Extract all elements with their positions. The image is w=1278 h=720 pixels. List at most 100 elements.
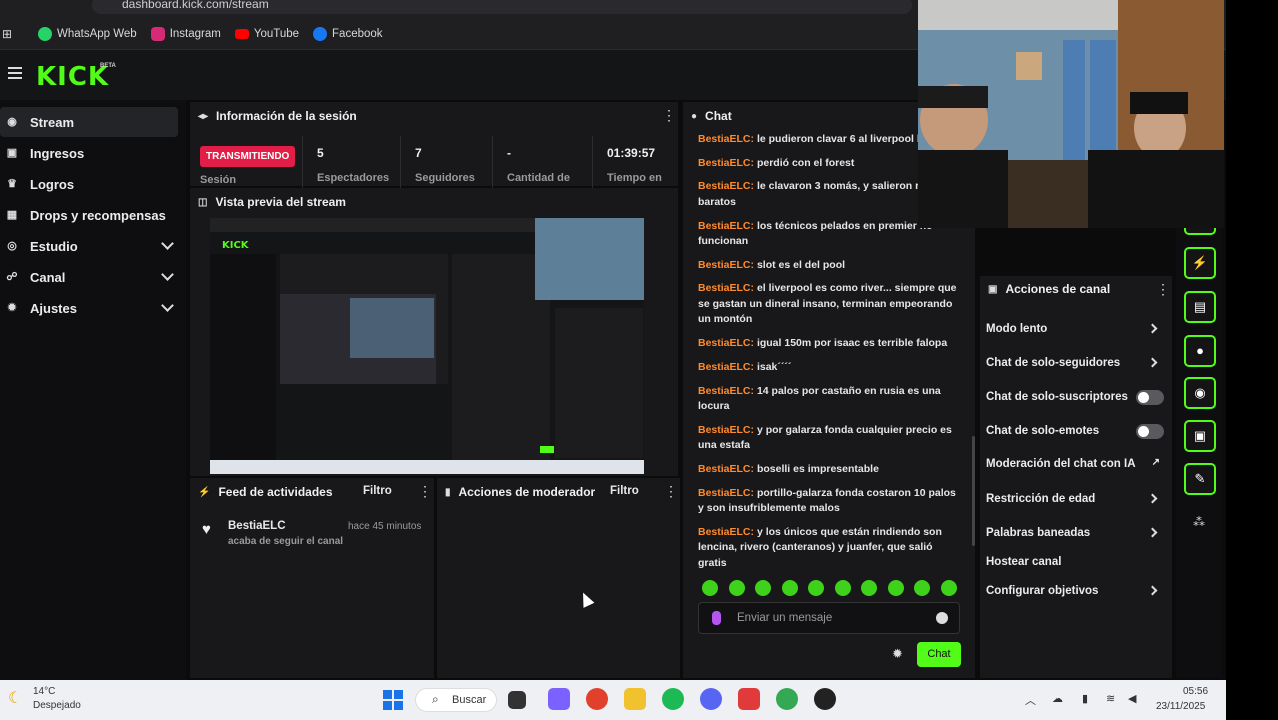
clock-date[interactable]: 23/11/2025 bbox=[1156, 701, 1205, 712]
action-banned-words[interactable]: Palabras baneadas bbox=[986, 527, 1166, 539]
sidebar-item-ingresos[interactable]: ▣ Ingresos bbox=[0, 138, 178, 168]
action-ai-moderation[interactable]: Moderación del chat con IA ↗ bbox=[986, 457, 1166, 470]
chat-send-button[interactable]: Chat bbox=[917, 642, 961, 667]
emote-icon[interactable] bbox=[755, 580, 771, 596]
copilot-icon[interactable] bbox=[548, 688, 570, 710]
broadcast-icon[interactable]: ◉ bbox=[1184, 377, 1216, 409]
sidebar-item-logros[interactable]: ♛ Logros bbox=[0, 169, 178, 199]
action-slow-mode[interactable]: Modo lento bbox=[986, 323, 1166, 335]
obs-icon[interactable] bbox=[814, 688, 836, 710]
activity-filter-button[interactable]: Filtro bbox=[363, 485, 392, 497]
stream-preview-video[interactable]: KICK bbox=[210, 218, 644, 474]
sidebar-item-estudio[interactable]: ◎ Estudio bbox=[0, 231, 178, 261]
bookmark-instagram[interactable]: Instagram bbox=[150, 26, 221, 41]
windows-start-icon[interactable] bbox=[383, 690, 403, 710]
emote-icon[interactable] bbox=[914, 580, 930, 596]
chrome-profile-icon[interactable] bbox=[776, 688, 798, 710]
channel-actions-header: ▣ Acciones de canal bbox=[988, 282, 1111, 296]
sidebar-item-ajustes[interactable]: ✹ Ajustes bbox=[0, 293, 178, 323]
emote-icon[interactable] bbox=[861, 580, 877, 596]
more-actions-icon[interactable]: ⁂ bbox=[1193, 515, 1205, 529]
bookmark-whatsapp[interactable]: WhatsApp Web bbox=[38, 26, 137, 41]
chat-message: BestiaELC: slot es el del pool bbox=[698, 258, 846, 271]
kick-logo[interactable]: KICK bbox=[36, 62, 109, 92]
emote-icon[interactable] bbox=[728, 580, 745, 596]
more-options-icon[interactable] bbox=[664, 483, 678, 500]
moderator-filter-button[interactable]: Filtro bbox=[610, 485, 639, 497]
microphone-icon[interactable] bbox=[712, 611, 721, 625]
cloud-icon[interactable]: ☁ bbox=[1052, 692, 1063, 705]
discord-icon[interactable] bbox=[700, 688, 722, 710]
taskbar-search[interactable]: Buscar bbox=[415, 688, 497, 712]
clock-time[interactable]: 05:56 bbox=[1183, 686, 1208, 697]
user-card-icon[interactable]: ▣ bbox=[1184, 420, 1216, 452]
chevron-down-icon bbox=[161, 268, 174, 281]
sidebar: ◉ Stream ▣ Ingresos ♛ Logros ▦ Drops y recom… bbox=[0, 100, 186, 680]
sidebar-item-drops[interactable]: ▦ Drops y recompensas bbox=[0, 200, 178, 230]
note-icon[interactable]: ▤ bbox=[1184, 291, 1216, 323]
chevron-right-icon bbox=[1147, 323, 1158, 334]
session-info-header: ◂▸ Información de la sesión bbox=[198, 109, 357, 123]
webcam-overlay bbox=[918, 0, 1224, 228]
volume-icon[interactable]: ◀ bbox=[1128, 692, 1136, 705]
activity-user[interactable]: BestiaELC bbox=[228, 520, 286, 532]
chat-message: BestiaELC: portillo-galarza fonda costar… bbox=[698, 486, 956, 515]
shield-icon: ▮ bbox=[445, 486, 451, 498]
instagram-icon bbox=[150, 26, 165, 41]
whatsapp-icon bbox=[38, 26, 52, 41]
gear-icon[interactable]: ✹ bbox=[892, 646, 903, 662]
emote-icon[interactable] bbox=[834, 580, 851, 596]
more-options-icon[interactable] bbox=[1156, 281, 1170, 298]
subscribers-only-toggle[interactable] bbox=[1136, 390, 1164, 405]
more-options-icon[interactable] bbox=[662, 107, 676, 124]
apps-grid-icon[interactable]: ⊞ bbox=[2, 27, 12, 41]
beta-label: BETA bbox=[100, 63, 116, 69]
session-label: Sesión bbox=[200, 174, 237, 186]
emotes-only-toggle[interactable] bbox=[1136, 424, 1164, 439]
wrench-icon[interactable]: ✎ bbox=[1184, 463, 1216, 495]
chat-message: BestiaELC: y por galarza fonda cualquier… bbox=[698, 423, 952, 452]
chevron-up-icon[interactable]: ︿ bbox=[1025, 692, 1036, 708]
more-options-icon[interactable] bbox=[418, 483, 432, 500]
gear-icon: ✹ bbox=[7, 302, 17, 314]
sidebar-item-stream[interactable]: ◉ Stream bbox=[0, 107, 178, 137]
dts-icon[interactable] bbox=[738, 688, 760, 710]
address-bar[interactable]: dashboard.kick.com/stream bbox=[92, 0, 912, 14]
chat-scrollbar[interactable] bbox=[972, 436, 975, 546]
taskbar bbox=[0, 680, 1226, 720]
file-explorer-icon[interactable] bbox=[624, 688, 646, 710]
chrome-icon[interactable] bbox=[586, 688, 608, 710]
spotify-icon[interactable] bbox=[662, 688, 684, 710]
chat-bubble-icon[interactable]: ● bbox=[1184, 335, 1216, 367]
action-host-channel[interactable]: Hostear canal bbox=[986, 556, 1166, 568]
emote-icon[interactable] bbox=[808, 580, 824, 596]
microphone-icon[interactable]: ▮ bbox=[1082, 692, 1088, 705]
emoji-icon[interactable] bbox=[936, 612, 948, 624]
sidebar-item-canal[interactable]: ☍ Canal bbox=[0, 262, 178, 292]
broadcast-icon: ◂▸ bbox=[198, 110, 209, 122]
heart-icon: ♥ bbox=[202, 521, 211, 538]
activity-feed-header: ⚡ Feed de actividades bbox=[198, 485, 333, 499]
menu-icon[interactable] bbox=[8, 67, 22, 79]
chevron-right-icon bbox=[1147, 357, 1158, 368]
emote-icon[interactable] bbox=[781, 580, 798, 596]
bookmark-facebook[interactable]: Facebook bbox=[313, 26, 383, 41]
lightning-icon[interactable]: ⚡ bbox=[1184, 247, 1216, 279]
chat-message: BestiaELC: boselli es impresentable bbox=[698, 462, 879, 475]
action-emotes-only: Chat de solo-emotes bbox=[986, 424, 1166, 439]
preview-icon: ◫ bbox=[198, 196, 208, 208]
bolt-icon: ⚡ bbox=[198, 486, 211, 498]
wifi-icon[interactable]: ≋ bbox=[1106, 692, 1115, 705]
action-followers-only[interactable]: Chat de solo-seguidores bbox=[986, 357, 1166, 369]
task-view-icon[interactable] bbox=[508, 691, 526, 709]
emote-icon[interactable] bbox=[702, 580, 718, 596]
bookmark-youtube[interactable]: YouTube bbox=[234, 28, 299, 40]
weather-icon[interactable]: ☾ bbox=[8, 688, 22, 708]
screen-border bbox=[1226, 0, 1278, 720]
emote-icon[interactable] bbox=[940, 580, 957, 596]
search-icon: ⌕ bbox=[432, 692, 439, 706]
action-goals[interactable]: Configurar objetivos bbox=[986, 585, 1166, 597]
chat-input[interactable]: Enviar un mensaje bbox=[698, 602, 960, 634]
action-age-restriction[interactable]: Restricción de edad bbox=[986, 493, 1166, 505]
emote-icon[interactable] bbox=[887, 580, 904, 596]
